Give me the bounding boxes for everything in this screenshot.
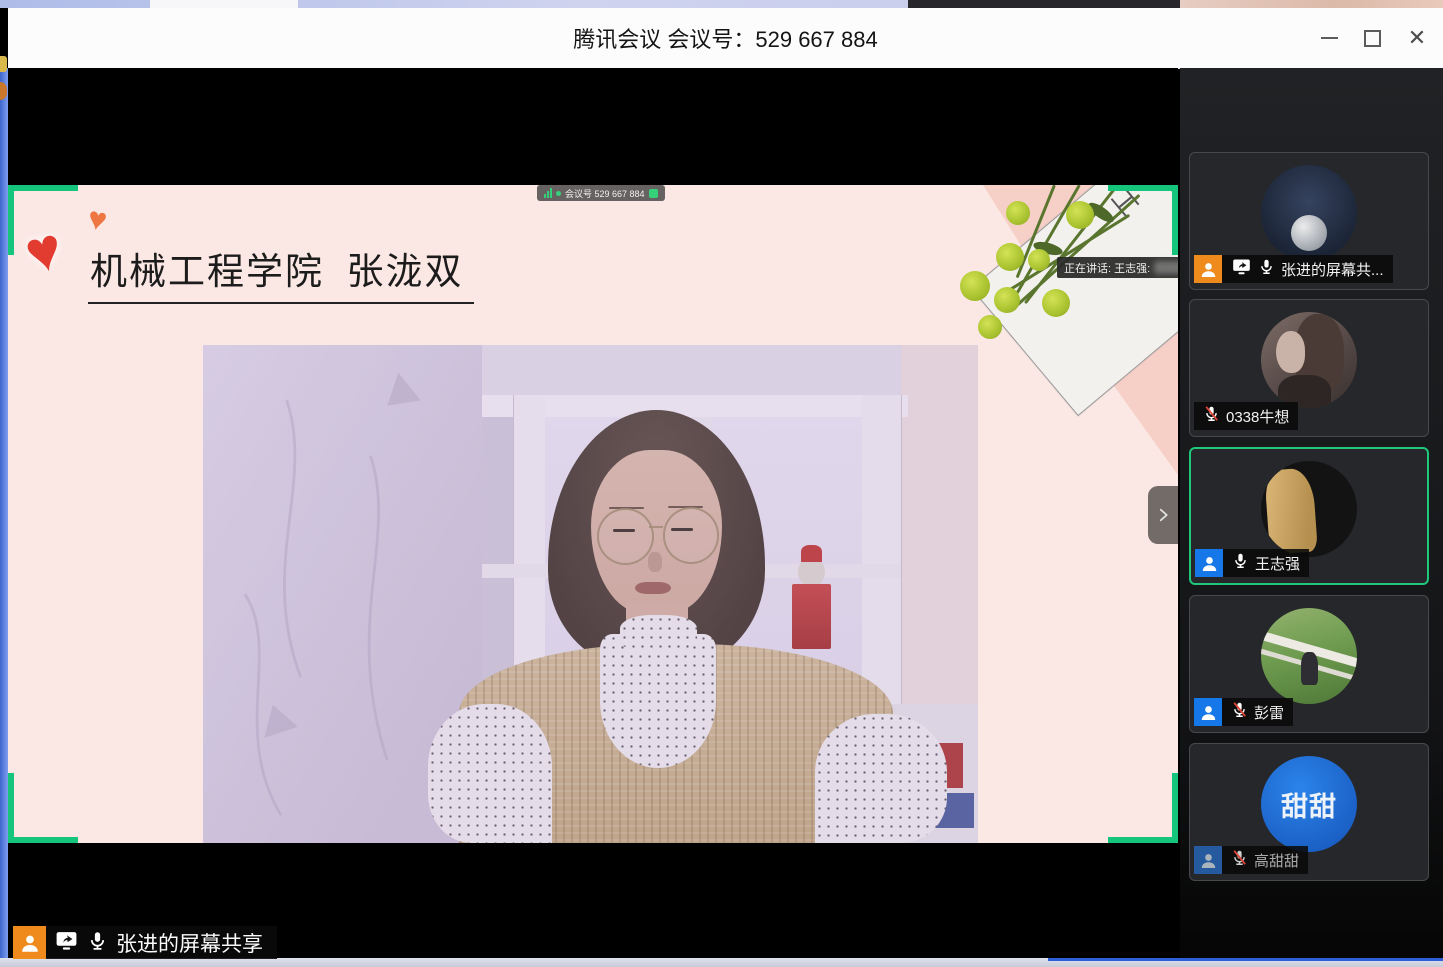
maximize-button[interactable]: [1354, 20, 1390, 56]
background-window-edge: [0, 68, 8, 958]
participant-tile[interactable]: 彭雷: [1189, 595, 1429, 733]
participant-label: 彭雷: [1194, 698, 1293, 726]
participant-name: 王志强: [1255, 553, 1300, 574]
screen-share-icon: [54, 928, 79, 958]
mic-muted-icon: [1231, 849, 1248, 871]
mic-muted-icon: [1203, 405, 1220, 427]
avatar-figure: [1291, 215, 1327, 251]
share-region-corner: [1108, 185, 1178, 255]
share-banner: 张进的屏幕共享: [13, 926, 277, 959]
participant-label: 王志强: [1195, 549, 1309, 577]
participant-label: 0338牛想: [1194, 402, 1298, 430]
heart-decoration: ♥: [85, 202, 109, 237]
titlebar: 腾讯会议 会议号：529 667 884 ✕: [8, 8, 1443, 69]
participant-name: 高甜甜: [1254, 850, 1299, 871]
share-region-corner: [8, 773, 78, 843]
share-banner-label: 张进的屏幕共享: [116, 928, 263, 958]
meeting-number-text: 会议号 529 667 884: [565, 187, 645, 200]
window-title: 腾讯会议 会议号：529 667 884: [573, 22, 877, 54]
flower: [1006, 201, 1030, 225]
participants-sidebar: 张进的屏幕共... 0338牛想: [1180, 68, 1443, 958]
participant-tile[interactable]: 甜甜 高甜甜: [1189, 743, 1429, 881]
avatar: [1261, 608, 1357, 704]
flower: [978, 315, 1002, 339]
shared-screen: 工 ♥ ♥ 机械工程学院 张泷双: [8, 185, 1178, 843]
desktop-icon-fragment: [0, 56, 7, 72]
mic-on-icon: [1258, 258, 1275, 280]
meeting-number-pill[interactable]: 会议号 529 667 884: [537, 185, 665, 201]
background-tab: [150, 0, 298, 8]
avatar: [1261, 165, 1357, 261]
participant-label-bar: 彭雷: [1222, 698, 1293, 726]
screen-share-icon: [1231, 256, 1252, 282]
participant-label-bar: 0338牛想: [1194, 402, 1298, 430]
avatar: 甜甜: [1261, 756, 1357, 852]
app-icon: [649, 189, 658, 198]
blurred-name: [1154, 261, 1178, 274]
member-badge-icon: [1194, 698, 1222, 726]
close-icon: ✕: [1408, 27, 1426, 49]
member-badge-icon: [1195, 549, 1223, 577]
mic-on-icon: [1232, 552, 1249, 574]
background-window-strip: [0, 0, 1443, 8]
flower: [1042, 289, 1070, 317]
scene-tint-overlay: [203, 345, 978, 843]
avatar-initials: 甜甜: [1281, 785, 1337, 824]
minimize-icon: [1321, 37, 1338, 39]
participant-tile-active[interactable]: 王志强: [1189, 447, 1429, 585]
host-badge-icon: [1194, 255, 1222, 283]
member-badge-icon: [1194, 846, 1222, 874]
chevron-right-icon: [1154, 506, 1172, 524]
background-window-border: [1048, 958, 1443, 961]
flower: [1028, 249, 1050, 271]
close-button[interactable]: ✕: [1399, 20, 1435, 56]
speaking-toast-text: 正在讲话: 王志强:: [1064, 260, 1150, 276]
background-photo-strip: [1180, 0, 1443, 8]
flower: [1066, 201, 1094, 229]
participant-label-bar: 高甜甜: [1222, 846, 1308, 874]
participant-label: 张进的屏幕共...: [1194, 255, 1393, 283]
flower: [996, 243, 1024, 271]
mic-on-icon: [87, 930, 108, 956]
flower: [994, 287, 1020, 313]
participant-label-bar: 王志强: [1223, 549, 1309, 577]
signal-icon: [544, 188, 552, 198]
avatar-figure: [1276, 331, 1305, 373]
mic-muted-icon: [1231, 701, 1248, 723]
avatar-figure: [1264, 467, 1318, 555]
avatar: [1261, 461, 1357, 557]
speaking-toast: 正在讲话: 王志强:: [1057, 257, 1178, 278]
host-badge-icon: [13, 926, 46, 959]
minimize-button[interactable]: [1311, 20, 1347, 56]
share-region-corner: [1108, 773, 1178, 843]
avatar: [1261, 312, 1357, 408]
participant-tile[interactable]: 0338牛想: [1189, 299, 1429, 437]
participant-label: 高甜甜: [1194, 846, 1308, 874]
participant-name: 张进的屏幕共...: [1281, 259, 1384, 280]
participant-name: 0338牛想: [1226, 406, 1289, 427]
webcam-video: [203, 345, 978, 843]
participant-tile[interactable]: 张进的屏幕共...: [1189, 152, 1429, 290]
maximize-icon: [1364, 30, 1381, 47]
share-banner-bar: 张进的屏幕共享: [46, 926, 277, 959]
status-dot-icon: [556, 191, 561, 196]
flower: [960, 271, 990, 301]
avatar-figure: [1301, 652, 1317, 685]
slide-title: 机械工程学院 张泷双: [88, 241, 474, 304]
participant-name: 彭雷: [1254, 702, 1284, 723]
main-stage: 工 ♥ ♥ 机械工程学院 张泷双: [8, 68, 1178, 958]
background-dark-strip: [908, 0, 1180, 8]
share-region-corner: [8, 185, 78, 255]
participant-label-bar: 张进的屏幕共...: [1222, 255, 1393, 283]
collapse-sidebar-button[interactable]: [1148, 486, 1178, 544]
